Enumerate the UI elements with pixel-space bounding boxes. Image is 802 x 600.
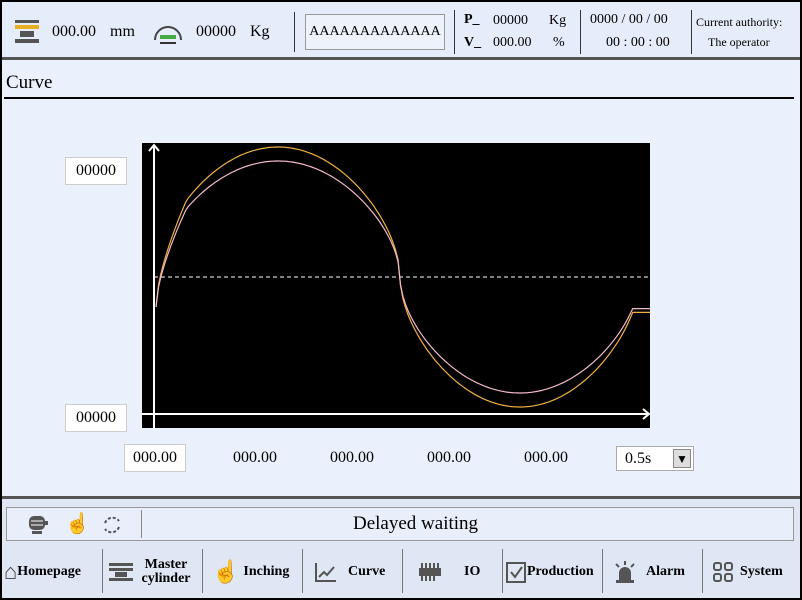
nav-curve[interactable]: Curve <box>314 547 402 597</box>
pressure-unit: Kg <box>250 23 270 40</box>
chip-icon <box>419 563 441 581</box>
authority-label: Current authority: <box>696 15 783 29</box>
x-label: 000.00 <box>524 449 568 466</box>
x-start-field[interactable]: 000.00 <box>124 444 186 472</box>
status-message: Delayed waiting <box>353 513 479 534</box>
nav-label: Production <box>527 564 594 579</box>
clipboard-icon <box>506 562 526 583</box>
nav-label: Inching <box>243 564 290 579</box>
p-value: 00000 <box>493 13 528 28</box>
chart-background <box>142 143 650 428</box>
cycle-icon <box>104 516 120 534</box>
position-value: 000.00 <box>52 23 96 40</box>
interval-value: 0.5s <box>625 450 652 467</box>
page-title: Curve <box>6 72 53 93</box>
nav-system[interactable]: System <box>712 547 798 597</box>
nav-label: Homepage <box>17 564 81 579</box>
grid-icon <box>713 562 733 582</box>
hand-icon: ☝ <box>212 559 240 584</box>
p-label: P_ <box>464 12 480 27</box>
nav-label: IO <box>464 564 481 579</box>
nav-production[interactable]: Production <box>505 547 601 597</box>
footer: ☝ Delayed waiting ⌂ Homepage Master cylin… <box>2 496 800 598</box>
x-label: 000.00 <box>233 449 277 466</box>
position-unit: mm <box>110 23 135 40</box>
status-bar: ☝ Delayed waiting <box>6 507 794 541</box>
press-icon <box>109 563 133 581</box>
nav-homepage[interactable]: ⌂ Homepage <box>4 547 100 597</box>
v-unit: % <box>553 35 565 50</box>
y-min-field[interactable]: 00000 <box>65 404 127 432</box>
v-value: 000.00 <box>493 35 532 50</box>
date: 0000 / 00 / 00 <box>590 12 668 27</box>
nav-label: Master cylinder <box>141 557 191 586</box>
title-divider <box>4 97 794 99</box>
nav-master-cylinder[interactable]: Master cylinder <box>108 547 202 597</box>
x-label: 000.00 <box>330 449 374 466</box>
nav-label: Curve <box>348 564 386 579</box>
header-bar: 000.00 mm 00000 Kg AAAAAAAAAAAAA P_ 0000… <box>2 2 800 60</box>
nav-io[interactable]: IO <box>418 547 502 597</box>
nav-alarm[interactable]: Alarm <box>612 547 702 597</box>
motor-icon <box>29 516 48 534</box>
hand-icon: ☝ <box>65 513 90 535</box>
nav-label: Alarm <box>646 564 685 579</box>
interval-select[interactable]: 0.5s ▼ <box>616 446 694 471</box>
p-unit: Kg <box>549 13 567 28</box>
alarm-light-icon <box>615 561 635 583</box>
chart-icon <box>315 563 336 582</box>
pressure-value: 00000 <box>196 23 236 40</box>
name-button[interactable]: AAAAAAAAAAAAA <box>305 14 445 50</box>
y-max-field[interactable]: 00000 <box>65 157 127 185</box>
press-icon <box>15 20 39 43</box>
time: 00 : 00 : 00 <box>606 35 670 50</box>
v-label: V_ <box>464 35 482 50</box>
home-icon: ⌂ <box>4 559 18 584</box>
screen: 000.00 mm 00000 Kg AAAAAAAAAAAAA P_ 0000… <box>2 2 800 598</box>
x-label: 000.00 <box>427 449 471 466</box>
nav-label: System <box>740 564 783 579</box>
nav-inching[interactable]: ☝ Inching <box>212 547 302 597</box>
authority-value: The operator <box>708 35 770 49</box>
curve-chart <box>142 143 650 428</box>
chevron-down-icon[interactable]: ▼ <box>673 449 691 468</box>
gauge-icon <box>154 26 182 44</box>
